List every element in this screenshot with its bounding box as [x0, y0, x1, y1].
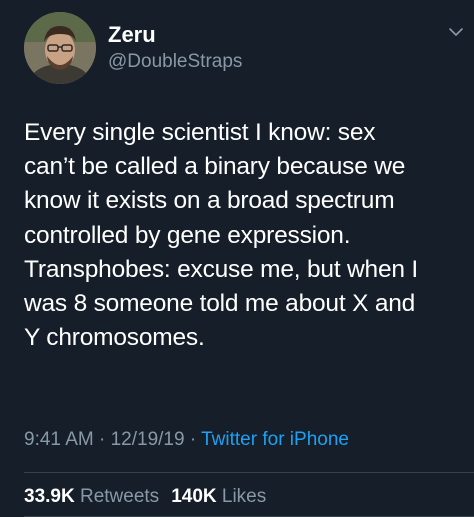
- tweet-text-line: Y chromosomes.: [24, 324, 205, 352]
- tweet-time: 9:41 AM: [24, 429, 94, 450]
- tweet-text-line: controlled by gene expression.: [24, 221, 351, 249]
- meta-separator: ·: [184, 429, 202, 450]
- user-info[interactable]: Zeru @DoubleStraps: [108, 22, 242, 74]
- tweet-date: 12/19/19: [110, 429, 185, 450]
- tweet-card: Zeru @DoubleStraps Every single scientis…: [0, 0, 474, 517]
- retweets-count: 33.9K: [24, 486, 75, 507]
- retweets-stat[interactable]: 33.9K Retweets: [24, 486, 159, 507]
- meta-separator: ·: [93, 429, 111, 450]
- tweet-text-line: was 8 someone told me about X and: [24, 290, 416, 318]
- display-name[interactable]: Zeru: [108, 22, 242, 48]
- tweet-stats: 33.9K Retweets 140K Likes: [24, 485, 266, 509]
- divider: [24, 472, 474, 473]
- avatar-image: [24, 12, 96, 84]
- avatar[interactable]: [24, 12, 96, 84]
- likes-count: 140K: [171, 486, 217, 507]
- tweet-text-line: can’t be called a binary because we: [24, 153, 406, 181]
- chevron-down-icon[interactable]: [448, 26, 464, 38]
- tweet-text-line: Every single scientist I know: sex: [24, 119, 376, 146]
- tweet-metadata: 9:41 AM · 12/19/19 · Twitter for iPhone: [24, 428, 349, 452]
- likes-label: Likes: [221, 486, 267, 507]
- tweet-text: Every single scientist I know: sex can’t…: [24, 116, 468, 355]
- tweet-source-link[interactable]: Twitter for iPhone: [201, 429, 349, 450]
- tweet-text-line: Transphobes: excuse me, but when I: [24, 255, 419, 283]
- likes-stat[interactable]: 140K Likes: [171, 486, 266, 507]
- user-handle[interactable]: @DoubleStraps: [108, 50, 242, 74]
- retweets-label: Retweets: [79, 486, 160, 507]
- tweet-text-line: know it exists on a broad spectrum: [24, 187, 395, 215]
